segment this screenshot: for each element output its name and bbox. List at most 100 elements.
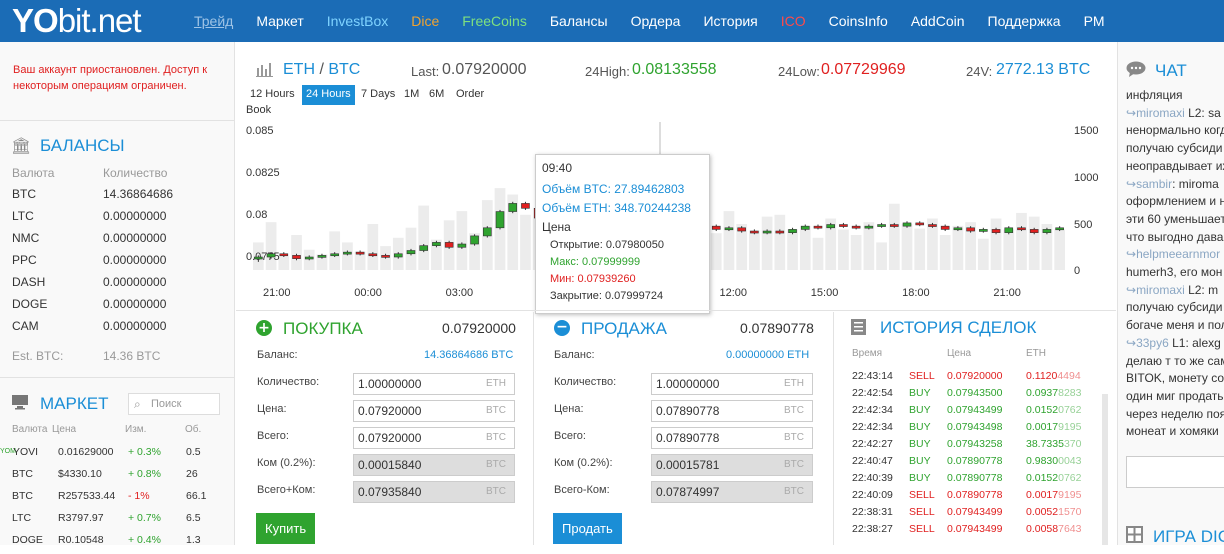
balance-row[interactable]: CAM 0.00000000 <box>12 319 222 341</box>
nav-item[interactable]: Трейд <box>194 13 233 29</box>
history-scrollbar[interactable] <box>1102 394 1108 545</box>
sell-balance-value[interactable]: 0.00000000 ETH <box>726 349 809 361</box>
chat-input[interactable] <box>1126 456 1224 488</box>
volume-bar <box>278 256 290 270</box>
nav-item[interactable]: История <box>703 13 757 29</box>
candle-body <box>864 225 874 229</box>
nav-item[interactable]: Поддержка <box>988 13 1061 29</box>
timeframe-tab[interactable]: 1M <box>400 85 423 105</box>
timeframe-tab[interactable]: 6M <box>425 85 448 105</box>
chat-line: ↪helpmeearnmor <box>1126 246 1224 263</box>
chat-line: неоправдывает их <box>1126 158 1224 175</box>
chat-username[interactable]: miromaxi <box>1136 106 1185 120</box>
market-row[interactable]: DOGE R0.10548 + 0.4% 1.3 <box>0 534 232 554</box>
buy-qty-input[interactable]: 1.00000000 ETH <box>353 373 515 395</box>
trade-time: 22:40:09 <box>852 489 893 501</box>
chat-username[interactable]: 33py6 <box>1136 336 1169 350</box>
volume-bar <box>876 242 887 270</box>
buy-total-unit: BTC <box>486 432 506 443</box>
buy-gross-value: 0.07935840 <box>358 485 422 499</box>
time-tick-label: 18:00 <box>902 287 930 299</box>
time-tick-label: 15:00 <box>811 287 839 299</box>
nav-item[interactable]: Ордера <box>631 13 681 29</box>
buy-gross-unit: BTC <box>486 486 506 497</box>
sell-net-label: Всего-Ком: <box>554 484 610 496</box>
nav-item[interactable]: PM <box>1084 13 1105 29</box>
sell-total-label: Всего: <box>554 430 586 442</box>
candle-body <box>851 225 861 229</box>
chat-username[interactable]: sambir <box>1136 177 1172 191</box>
yobit-logo[interactable]: YObit.net <box>12 2 142 40</box>
chat-username[interactable]: miromaxi <box>1136 283 1185 297</box>
buy-gross-label: Всего+Ком: <box>257 484 316 496</box>
trade-amount: 0.01520762 <box>1026 472 1081 484</box>
nav-item[interactable]: Балансы <box>550 13 608 29</box>
buy-balance-value[interactable]: 14.36864686 BTC <box>424 349 513 361</box>
market-price: R257533.44 <box>58 490 116 502</box>
market-row[interactable]: BTC R257533.44 - 1% 66.1 <box>0 490 232 510</box>
market-search-box[interactable]: ⌕ Поиск <box>128 393 220 415</box>
balance-row[interactable]: PPC 0.00000000 <box>12 253 222 275</box>
market-col-header[interactable]: Изм. <box>125 424 146 435</box>
pair-name[interactable]: ETH / BTC <box>283 61 360 79</box>
sell-total-input[interactable]: 0.07890778 BTC <box>651 427 813 449</box>
timeframe-tab[interactable]: Order <box>452 85 488 105</box>
candle-body <box>266 253 276 258</box>
buy-qty-value: 1.00000000 <box>358 377 422 391</box>
nav-item[interactable]: AddCoin <box>911 13 965 29</box>
candle-body <box>915 222 925 226</box>
sell-fee-label: Ком (0.2%): <box>554 457 613 469</box>
volume-tick-label: 1500 <box>1074 125 1098 137</box>
nav-item[interactable]: FreeCoins <box>462 13 527 29</box>
candle-body <box>508 203 518 212</box>
timeframe-tab[interactable]: 24 Hours <box>302 85 355 105</box>
chat-text: неоправдывает их <box>1126 158 1224 173</box>
tooltip-time: 09:40 <box>542 161 573 175</box>
timeframe-tab[interactable]: 12 Hours <box>246 85 299 105</box>
timeframe-book[interactable]: Book <box>246 104 271 116</box>
trade-amount-tail: 9195 <box>1058 421 1082 433</box>
buy-best-price[interactable]: 0.07920000 <box>442 320 516 336</box>
market-col-header[interactable]: Об. <box>185 424 201 435</box>
nav-item[interactable]: Dice <box>411 13 439 29</box>
sell-best-price[interactable]: 0.07890778 <box>740 320 814 336</box>
tooltip-low: Мин: 0.07939260 <box>550 273 636 285</box>
balance-row[interactable]: DOGE 0.00000000 <box>12 297 222 319</box>
chat-text: что выгодно дава <box>1126 229 1224 244</box>
chat-username[interactable]: helpmeearnmor <box>1136 247 1220 261</box>
sell-total-value: 0.07890778 <box>656 431 720 445</box>
chat-text: : miroma <box>1172 176 1219 191</box>
balance-row[interactable]: LTC 0.00000000 <box>12 209 222 231</box>
volume-bar <box>1016 212 1027 270</box>
candle-body <box>724 227 734 231</box>
top-navbar: YObit.net Трейд Маркет InvestBox Dice FreeCo… <box>0 0 1224 42</box>
market-col-header[interactable]: Валюта <box>12 424 47 435</box>
nav-item[interactable]: ICO <box>781 13 806 29</box>
market-price: $4330.10 <box>58 468 102 480</box>
nav-item[interactable]: Маркет <box>256 13 303 29</box>
chat-line: что выгодно дава <box>1126 229 1224 246</box>
time-tick-label: 03:00 <box>446 287 474 299</box>
volume-bar <box>787 229 798 270</box>
buy-price-input[interactable]: 0.07920000 BTC <box>353 400 515 422</box>
candle-body <box>457 243 467 248</box>
nav-item[interactable]: InvestBox <box>327 13 388 29</box>
balance-row[interactable]: DASH 0.00000000 <box>12 275 222 297</box>
trade-amount-main: 0.0017 <box>1026 421 1059 433</box>
chat-text: эти 60 уменьшает <box>1126 211 1224 226</box>
market-row[interactable]: YOM YOVI 0.01629000 + 0.3% 0.5 <box>0 446 232 466</box>
candle-body <box>940 225 950 230</box>
candle-body <box>889 224 899 227</box>
market-col-header[interactable]: Цена <box>52 424 76 435</box>
buy-total-input[interactable]: 0.07920000 BTC <box>353 427 515 449</box>
market-row[interactable]: LTC R3797.97 + 0.7% 6.5 <box>0 512 232 532</box>
sell-price-input[interactable]: 0.07890778 BTC <box>651 400 813 422</box>
buy-button[interactable]: Купить <box>256 513 316 544</box>
nav-item[interactable]: CoinsInfo <box>829 13 888 29</box>
balance-row[interactable]: NMC 0.00000000 <box>12 231 222 253</box>
timeframe-tab[interactable]: 7 Days <box>357 85 399 105</box>
sell-button[interactable]: Продать <box>553 513 622 544</box>
market-row[interactable]: BTC $4330.10 + 0.8% 26 <box>0 468 232 488</box>
sell-qty-input[interactable]: 1.00000000 ETH <box>651 373 813 395</box>
balance-row[interactable]: BTC 14.36864686 <box>12 187 222 209</box>
